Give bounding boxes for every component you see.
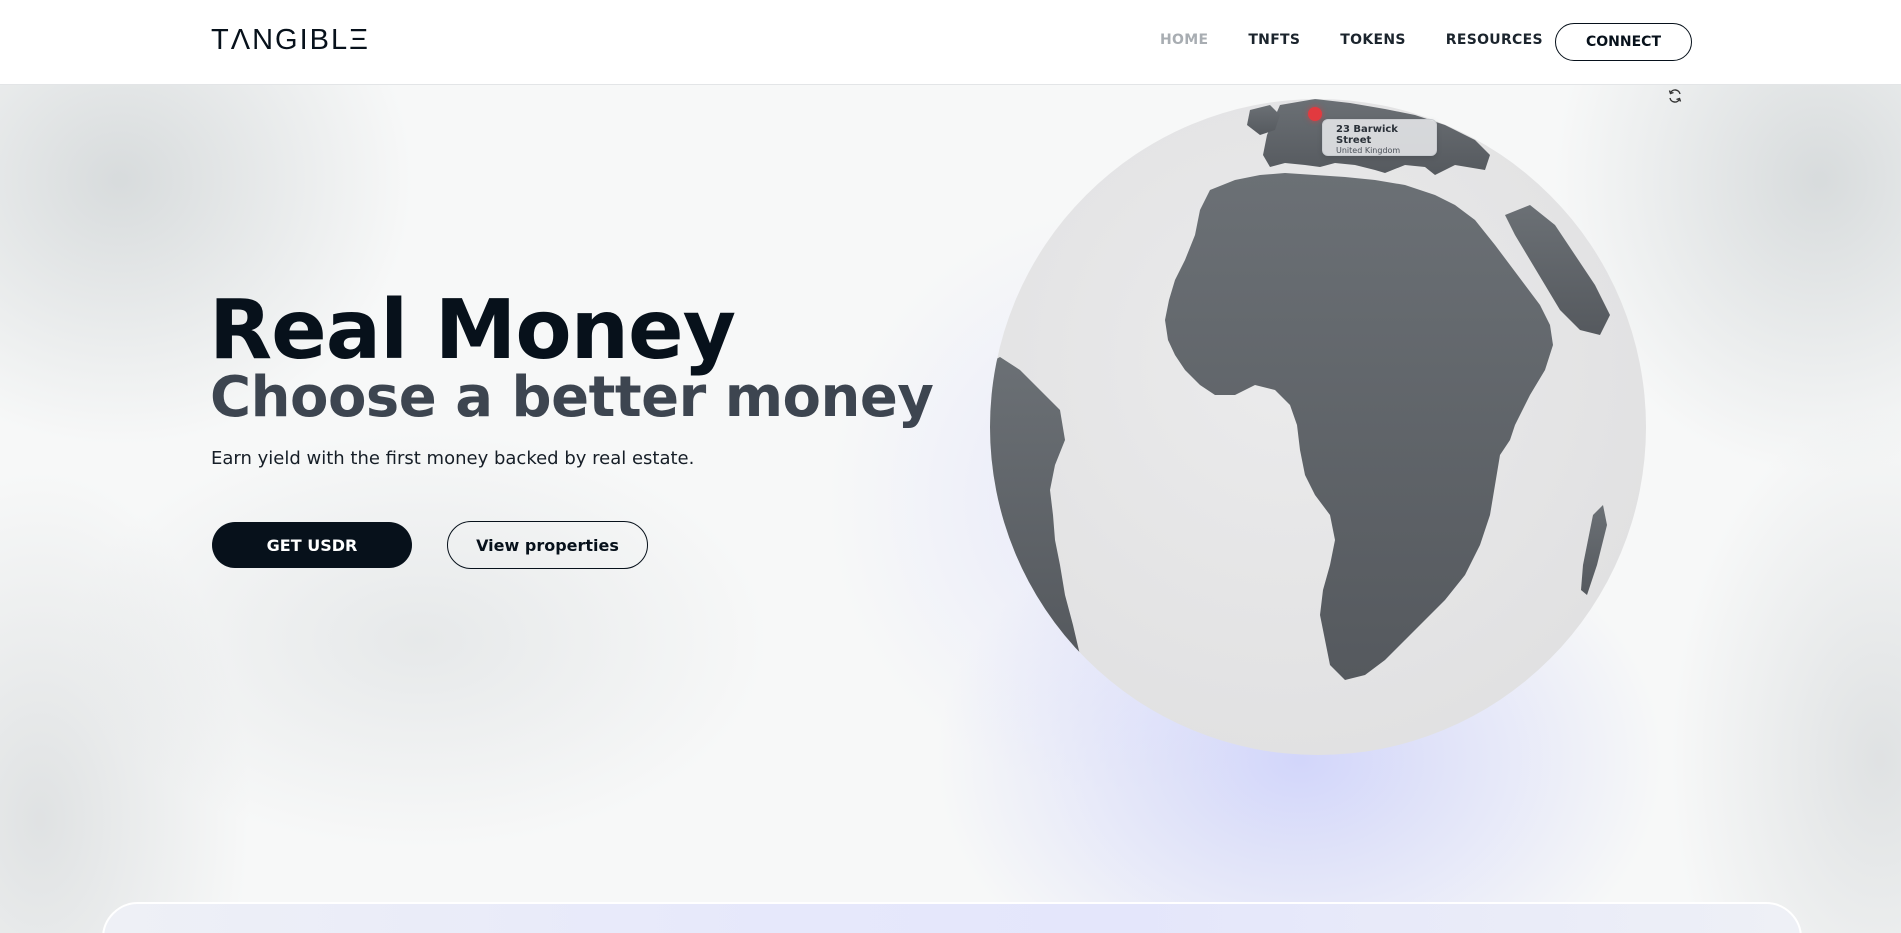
nav-resources[interactable]: RESOURCES (1446, 32, 1543, 48)
refresh-icon[interactable] (1666, 88, 1684, 106)
main-nav: HOME TNFTS TOKENS RESOURCES (1160, 32, 1583, 48)
hero-title: Real Money (209, 283, 736, 378)
top-navbar: TΛNGIBLΞ HOME TNFTS TOKENS RESOURCES CON… (0, 0, 1901, 85)
refresh-icon-graphic (1668, 89, 1682, 103)
globe[interactable] (985, 95, 1650, 765)
nav-tokens[interactable]: TOKENS (1340, 32, 1405, 48)
location-title: 23 Barwick Street (1336, 124, 1398, 146)
connect-button[interactable]: CONNECT (1555, 23, 1692, 61)
bottom-panel (102, 902, 1802, 933)
hero-description: Earn yield with the first money backed b… (211, 448, 695, 469)
location-card[interactable]: 23 Barwick Street United Kingdom (1322, 119, 1437, 156)
view-properties-button[interactable]: View properties (447, 521, 648, 569)
nav-tnfts[interactable]: TNFTS (1248, 32, 1300, 48)
nav-home[interactable]: HOME (1160, 32, 1208, 48)
tangible-logo[interactable]: TΛNGIBLΞ (211, 24, 370, 57)
hero-subtitle: Choose a better money (210, 365, 934, 430)
globe-graphic[interactable] (985, 95, 1650, 765)
location-marker[interactable] (1308, 107, 1322, 121)
location-subtitle: United Kingdom (1336, 146, 1401, 155)
get-usdr-button[interactable]: GET USDR (212, 522, 412, 568)
